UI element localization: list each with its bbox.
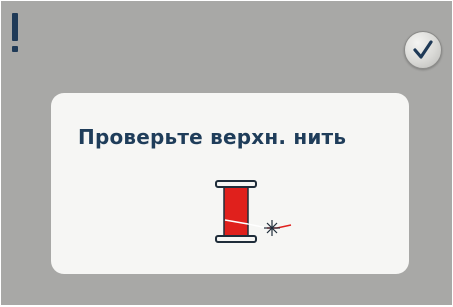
exclamation-icon bbox=[11, 13, 19, 55]
thread-spool-icon bbox=[215, 180, 292, 243]
spool-bottom-flange bbox=[215, 235, 257, 243]
spool-body bbox=[224, 186, 248, 237]
alert-message: Проверьте верхн. нить bbox=[78, 125, 347, 149]
exclamation-bar bbox=[12, 13, 18, 41]
thread-break-icon bbox=[264, 220, 280, 236]
checkmark-icon bbox=[413, 40, 433, 59]
alert-dialog: Проверьте верхн. нить bbox=[51, 93, 409, 274]
spool-top-flange bbox=[215, 180, 257, 188]
confirm-button[interactable] bbox=[404, 31, 442, 69]
sewing-machine-screen: Проверьте верхн. нить bbox=[1, 1, 452, 305]
exclamation-dot bbox=[12, 46, 18, 52]
